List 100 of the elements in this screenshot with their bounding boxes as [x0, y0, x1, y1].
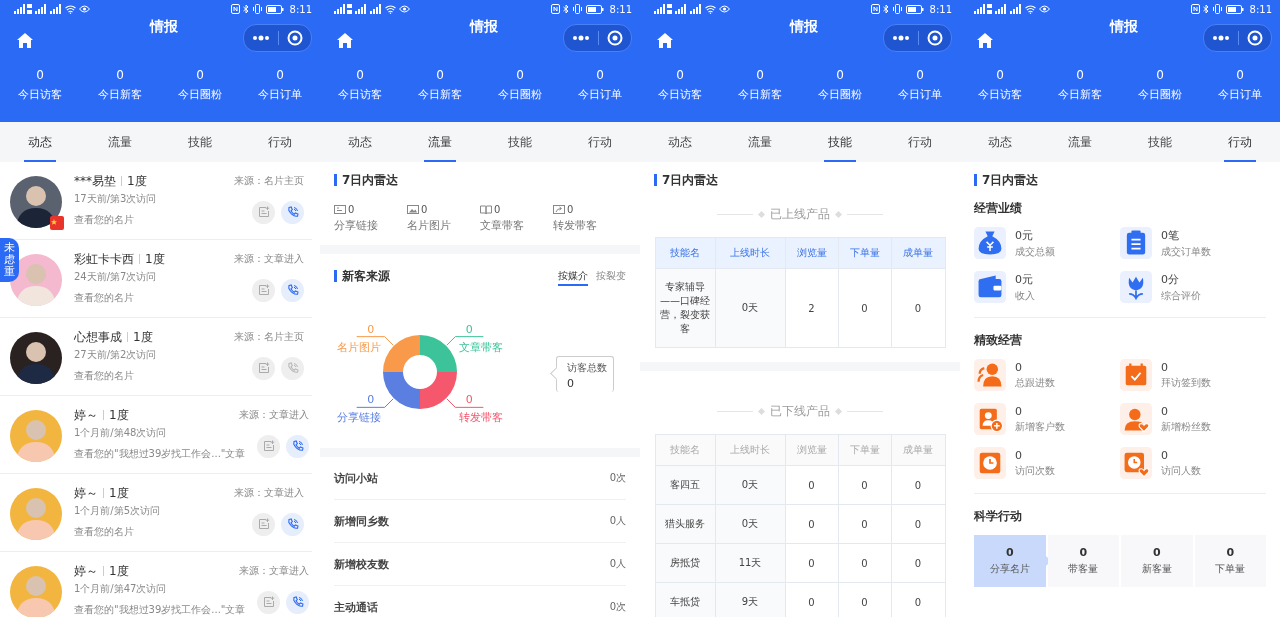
- tab[interactable]: 技能: [1120, 122, 1200, 162]
- capsule-button[interactable]: [563, 24, 632, 52]
- status-time: 8:11: [1249, 3, 1272, 15]
- note-icon: [262, 440, 275, 452]
- visit-action: 查看您的名片: [74, 525, 135, 539]
- source-label: 来源：文章进入: [239, 408, 310, 422]
- vibrate-icon: [251, 4, 263, 14]
- stat-label: 今日访客: [978, 87, 1022, 102]
- bluetooth-icon: [882, 4, 889, 14]
- column-header: 技能名: [655, 434, 715, 466]
- home-icon[interactable]: [976, 32, 994, 49]
- stat-label: 今日访客: [338, 87, 382, 102]
- table-cell: 0: [891, 465, 945, 505]
- source-label: 来源：名片主页: [234, 330, 304, 344]
- more-icon[interactable]: [892, 35, 910, 41]
- home-icon[interactable]: [336, 32, 354, 49]
- table-cell: 0: [785, 504, 838, 544]
- stat-label: 今日订单: [578, 87, 622, 102]
- segment-value: 0: [367, 393, 375, 407]
- signal-icon: [14, 4, 32, 14]
- tab[interactable]: 流量: [80, 122, 160, 162]
- tab[interactable]: 流量: [720, 122, 800, 162]
- target-icon[interactable]: [1247, 30, 1263, 46]
- page-title: 情报: [790, 18, 818, 36]
- metric-label: 新增粉丝数: [1161, 419, 1211, 434]
- filter-tab[interactable]: 按裂变: [596, 266, 626, 286]
- tab[interactable]: 动态: [640, 122, 720, 162]
- stat-value: 0: [436, 68, 444, 82]
- more-icon[interactable]: [252, 35, 270, 41]
- stat-label: 今日订单: [898, 87, 942, 102]
- stat-label: 今日圈粉: [818, 87, 862, 102]
- phone-icon: [286, 284, 299, 296]
- stat-count: 0次: [609, 600, 626, 614]
- stat-label: 今日新客: [418, 87, 462, 102]
- metric-label: 成交总额: [1015, 244, 1055, 259]
- tab[interactable]: 行动: [880, 122, 960, 162]
- metric-value: 0: [1015, 360, 1023, 374]
- degree-label: 1度: [145, 250, 165, 268]
- visit-info: 1个月前/第5次访问: [74, 504, 162, 518]
- degree-label: 1度: [127, 172, 147, 190]
- nfc-icon: [870, 4, 880, 14]
- metric-value: 0: [1161, 360, 1169, 374]
- battery-icon: [585, 4, 604, 14]
- stat-value: 0: [1076, 68, 1084, 82]
- call-button[interactable]: [281, 278, 304, 302]
- more-icon[interactable]: [572, 35, 590, 41]
- more-icon[interactable]: [1212, 35, 1230, 41]
- call-button[interactable]: [286, 434, 310, 458]
- stat-name: 新增校友数: [334, 556, 389, 572]
- capsule-button[interactable]: [1203, 24, 1272, 52]
- metric-value: 0: [1161, 448, 1169, 462]
- side-tab[interactable]: 未虑重: [0, 238, 19, 283]
- note-icon: [257, 518, 270, 530]
- action-tab[interactable]: 0 下单量: [1194, 535, 1266, 587]
- home-icon[interactable]: [656, 32, 674, 49]
- capsule-button[interactable]: [243, 24, 312, 52]
- target-icon[interactable]: [927, 30, 943, 46]
- source-label: 来源：文章进入: [234, 252, 304, 266]
- stat-count: 0次: [609, 471, 626, 485]
- signal-icon: [654, 4, 672, 14]
- metric-label: 综合评价: [1161, 288, 1201, 303]
- visit-info: 1个月前/第47次访问: [74, 582, 168, 596]
- table-cell: 0: [891, 504, 945, 544]
- tab[interactable]: 技能: [480, 122, 560, 162]
- eye-icon: [399, 5, 410, 13]
- tab[interactable]: 流量: [1040, 122, 1120, 162]
- slice-label: 名片图片: [336, 340, 381, 354]
- eye-icon: [79, 5, 90, 13]
- vibrate-icon: [1211, 4, 1223, 14]
- table-cell: 0天: [715, 504, 785, 544]
- call-button[interactable]: [281, 200, 304, 224]
- group-title: 精致经营: [974, 332, 1023, 349]
- table-cell: 0: [838, 268, 891, 348]
- home-icon[interactable]: [16, 32, 34, 49]
- tab[interactable]: 行动: [560, 122, 640, 162]
- target-icon[interactable]: [287, 30, 303, 46]
- action-tab[interactable]: 0 新客量: [1121, 535, 1193, 587]
- note-icon: [257, 206, 270, 218]
- action-tab[interactable]: 0 带客量: [1047, 535, 1119, 587]
- stat-label: 今日订单: [1218, 87, 1262, 102]
- stat-value: 0: [756, 68, 764, 82]
- contact-name: 婷～: [74, 406, 98, 424]
- tab[interactable]: 动态: [960, 122, 1040, 162]
- signal-icon: [355, 4, 367, 14]
- signal-icon: [50, 4, 62, 14]
- metric-value: 0: [1015, 404, 1023, 418]
- tab[interactable]: 动态: [320, 122, 400, 162]
- slice-label: 文章带客: [459, 340, 504, 354]
- table-cell: 0: [891, 543, 945, 583]
- contact-name: 心想事成: [74, 328, 122, 346]
- tab[interactable]: 技能: [160, 122, 240, 162]
- tab[interactable]: 行动: [240, 122, 320, 162]
- table-cell: 猎头服务: [655, 504, 715, 544]
- capsule-button[interactable]: [883, 24, 952, 52]
- stat-value: 0: [676, 68, 684, 82]
- call-button[interactable]: [281, 512, 304, 536]
- call-button[interactable]: [286, 590, 310, 614]
- avatar: [10, 410, 62, 462]
- target-icon[interactable]: [607, 30, 623, 46]
- contact-name: 彩虹卡卡西: [74, 250, 134, 268]
